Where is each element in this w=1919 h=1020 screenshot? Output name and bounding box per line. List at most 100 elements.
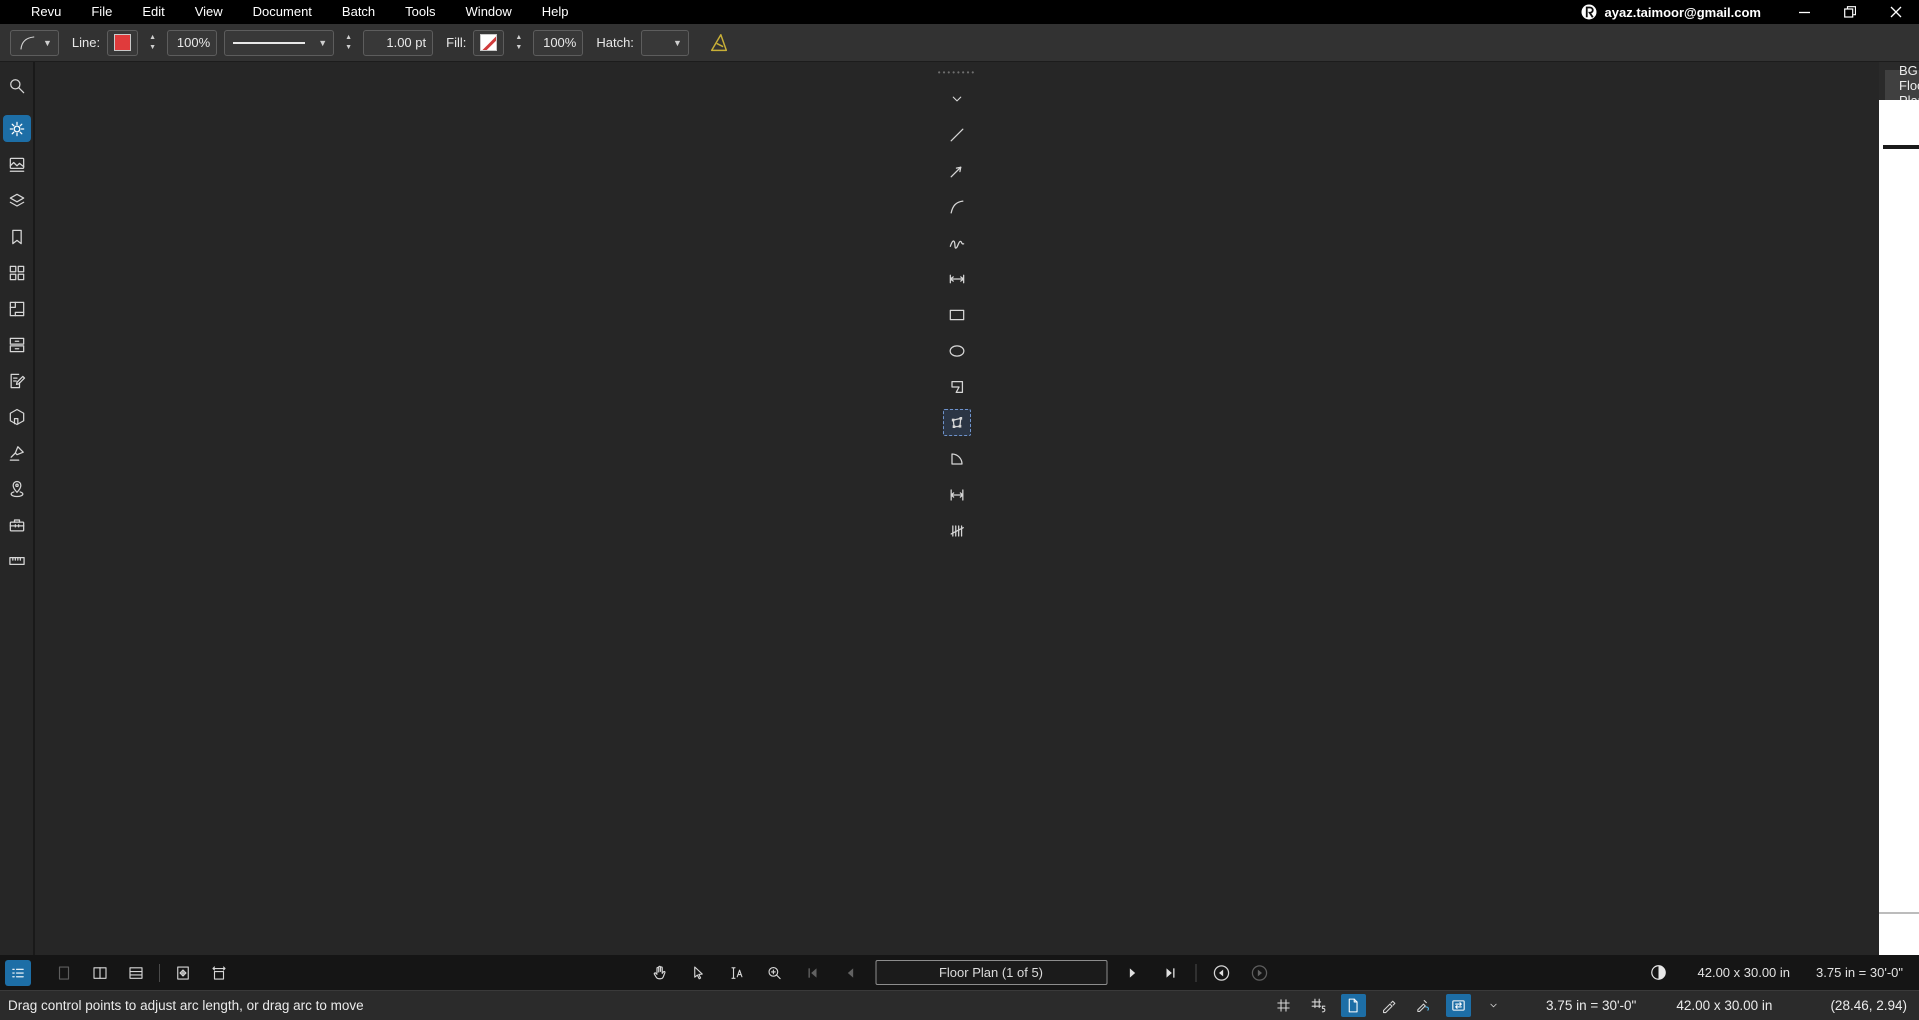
chevron-down-icon: [1490, 1003, 1497, 1008]
snap-to-markup-button[interactable]: [1341, 994, 1367, 1017]
menu-tools[interactable]: Tools: [390, 0, 450, 24]
length-tool-button[interactable]: [943, 265, 971, 292]
menu-revu[interactable]: Revu: [16, 0, 76, 24]
protractor-button[interactable]: [706, 30, 732, 56]
arrow-tool-button[interactable]: [943, 157, 971, 184]
split-vertical-button[interactable]: [87, 960, 113, 986]
spaces-panel-button[interactable]: [3, 295, 31, 322]
page-navigation-field[interactable]: Floor Plan (1 of 5): [875, 960, 1107, 985]
menu-help[interactable]: Help: [527, 0, 584, 24]
line-opacity-field[interactable]: 100%: [167, 29, 218, 56]
sync-views-button[interactable]: [1446, 994, 1472, 1017]
markups-list-panel-button[interactable]: [3, 367, 31, 394]
polygon-tool-button[interactable]: [943, 373, 971, 400]
dark-mode-toggle-button[interactable]: [1646, 960, 1672, 986]
toolbar-grip[interactable]: ••••••••: [938, 69, 976, 77]
cube-house-icon: [9, 408, 24, 425]
fill-label: Fill:: [446, 35, 467, 50]
line-color-button[interactable]: [107, 29, 139, 56]
edit-nodes-icon: [951, 416, 963, 428]
model-3d-panel-button[interactable]: [3, 403, 31, 430]
account-button[interactable]: ayaz.taimoor@gmail.com: [1580, 3, 1761, 21]
pan-button[interactable]: [647, 960, 673, 986]
tool-chest-panel-button[interactable]: [3, 511, 31, 538]
thumbnails-panel-button[interactable]: [3, 151, 31, 178]
measurements-panel-button[interactable]: [3, 547, 31, 574]
grid-top-line: [1883, 145, 1919, 149]
split-rows-icon: [129, 966, 143, 979]
split-horizontal-button[interactable]: [123, 960, 149, 986]
fit-page-icon: [177, 965, 189, 980]
account-email: ayaz.taimoor@gmail.com: [1604, 4, 1761, 20]
sets-panel-button[interactable]: [3, 259, 31, 286]
menu-window[interactable]: Window: [451, 0, 527, 24]
menu-batch[interactable]: Batch: [327, 0, 390, 24]
sketch-tools-button[interactable]: [1411, 994, 1436, 1017]
hatch-dropdown[interactable]: ▼: [640, 29, 689, 56]
tab-bg-floor-plan[interactable]: BG Floor Plan* ✕: [1885, 63, 1919, 108]
zoom-button[interactable]: [761, 960, 787, 986]
properties-panel-button[interactable]: [2, 115, 31, 142]
line-width-field[interactable]: 1.00 pt: [363, 29, 434, 56]
last-page-button[interactable]: [1157, 960, 1183, 986]
count-tool-button[interactable]: [943, 517, 971, 544]
rectangle-tool-button[interactable]: [943, 301, 971, 328]
places-panel-button[interactable]: [3, 475, 31, 502]
search-panel-button[interactable]: [3, 72, 31, 99]
document-canvas[interactable]: 9 8 7 6 5 4 3 180° 05 06 07 08 09 270'-0…: [1879, 100, 1919, 955]
gear-icon: [9, 121, 24, 136]
ellipse-tool-button[interactable]: [943, 337, 971, 364]
markup-list-toggle-button[interactable]: [5, 959, 31, 986]
fit-page-button[interactable]: [170, 960, 196, 986]
bookmarks-panel-button[interactable]: [3, 223, 31, 250]
fill-opacity-field[interactable]: 100%: [533, 29, 584, 56]
menu-view[interactable]: View: [180, 0, 238, 24]
spacing-tool-button[interactable]: [943, 481, 971, 508]
chevron-down-icon: ▼: [43, 37, 52, 48]
line-style-dropdown[interactable]: ▼: [224, 29, 335, 56]
layers-panel-button[interactable]: [3, 187, 31, 214]
next-view-button[interactable]: [1246, 960, 1272, 986]
single-page-view-button[interactable]: [51, 960, 77, 986]
line-opacity-stepper[interactable]: ▲ ▼: [145, 30, 160, 56]
minimize-button[interactable]: [1781, 0, 1827, 24]
ruler-icon: [8, 556, 25, 565]
snap-to-content-button[interactable]: [1306, 994, 1331, 1017]
title-bar: Revu File Edit View Document Batch Tools…: [0, 0, 1919, 24]
fit-width-button[interactable]: [206, 960, 232, 986]
menu-bar: Revu File Edit View Document Batch Tools…: [0, 0, 584, 24]
snap-options-chevron[interactable]: [1481, 994, 1506, 1017]
select-text-button[interactable]: [723, 960, 749, 986]
shape-style-dropdown[interactable]: ▼: [10, 29, 59, 56]
text-select-icon: [730, 966, 742, 979]
snap-to-grid-button[interactable]: [1271, 994, 1296, 1017]
pen-curl-icon: [1417, 1000, 1430, 1013]
restore-button[interactable]: [1827, 0, 1873, 24]
fill-opacity-stepper[interactable]: ▲ ▼: [511, 30, 526, 56]
squiggle-icon: [949, 239, 965, 249]
file-access-panel-button[interactable]: [3, 331, 31, 358]
previous-view-button[interactable]: [1208, 960, 1234, 986]
first-page-button[interactable]: [799, 960, 825, 986]
line-tool-button[interactable]: [943, 121, 971, 148]
next-page-button[interactable]: [1119, 960, 1145, 986]
markup-snap-button[interactable]: [1376, 994, 1401, 1017]
menu-edit[interactable]: Edit: [127, 0, 179, 24]
previous-page-button[interactable]: [837, 960, 863, 986]
polyline-tool-button[interactable]: [943, 229, 971, 256]
menu-document[interactable]: Document: [238, 0, 327, 24]
previous-view-icon: [1213, 964, 1229, 981]
ellipse-icon: [949, 344, 965, 357]
select-button[interactable]: [685, 960, 711, 986]
close-button[interactable]: [1873, 0, 1919, 24]
collapse-panel-button[interactable]: [943, 85, 971, 112]
menu-file[interactable]: File: [76, 0, 127, 24]
arc-tool-button[interactable]: [943, 193, 971, 220]
signatures-panel-button[interactable]: [3, 439, 31, 466]
closed-arc-tool-button[interactable]: [943, 445, 971, 472]
hatch-label: Hatch:: [596, 35, 634, 50]
chevron-down-icon: ▼: [318, 37, 328, 48]
fill-color-button[interactable]: [473, 29, 505, 56]
polygon-edit-tool-button[interactable]: [943, 409, 971, 436]
line-width-stepper[interactable]: ▲ ▼: [341, 30, 356, 56]
